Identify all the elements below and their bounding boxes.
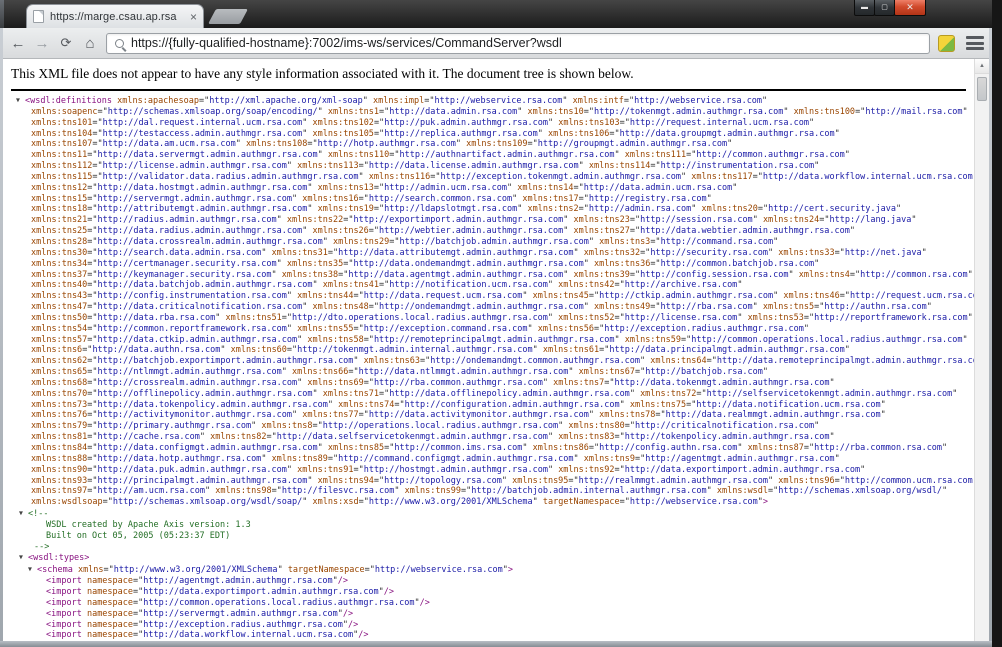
collapse-arrow-icon[interactable]: ▼ <box>19 508 28 519</box>
xml-line: xmlns:tns54="http://common.reportframewo… <box>3 324 974 335</box>
xml-line: xmlns:tns28="http://data.crossrealm.admi… <box>3 237 974 248</box>
window-frame-left <box>0 28 3 647</box>
address-bar[interactable]: https://{fully-qualified-hostname}:7002/… <box>106 33 930 54</box>
xml-line: ▼<schema xmlns="http://www.w3.org/2001/X… <box>3 564 974 576</box>
back-button[interactable]: ← <box>6 31 30 55</box>
close-button[interactable]: ✕ <box>894 0 926 16</box>
xml-line: xmlns:tns47="http://data.criticalnotific… <box>3 302 974 313</box>
xml-line: xmlns:soapenc="http://schemas.xmlsoap.or… <box>3 107 974 118</box>
xml-line: Built on Oct 05, 2005 (05:23:37 EDT) <box>3 531 974 542</box>
xml-line: ▼<wsdl:types> <box>3 552 974 564</box>
xml-line: <import namespace="http://data.workflow.… <box>3 630 974 641</box>
url-text[interactable]: https://{fully-qualified-hostname}:7002/… <box>131 36 562 50</box>
page-favicon-icon <box>33 10 44 23</box>
xml-line: xmlns:tns6="http://data.authn.rsa.com" x… <box>3 345 974 356</box>
window-frame-right <box>989 28 992 647</box>
menu-button[interactable] <box>964 34 986 52</box>
minimize-button[interactable]: ▬ <box>854 0 875 16</box>
xml-line: xmlns:tns97="http://am.ucm.rsa.com" xmln… <box>3 486 974 497</box>
xml-style-notice: This XML file does not appear to have an… <box>3 59 974 82</box>
xml-line: xmlns:tns25="http://data.radius.admin.au… <box>3 226 974 237</box>
search-icon <box>115 39 124 48</box>
scrollbar-thumb[interactable] <box>977 77 987 101</box>
window-titlebar[interactable]: https://marge.csau.ap.rsa × ▬ ▢ ✕ <box>0 0 992 28</box>
xml-line: xmlns:tns12="http://data.hostmgt.admin.a… <box>3 183 974 194</box>
xml-line: xmlns:tns11="http://data.servermgt.admin… <box>3 150 974 161</box>
xml-line: --> <box>3 542 974 553</box>
xml-line: xmlns:tns15="http://servermgt.admin.auth… <box>3 194 974 205</box>
xml-line: xmlns:tns76="http://activitymonitor.auth… <box>3 410 974 421</box>
xml-line: xmlns:tns93="http://principalmgt.admin.a… <box>3 476 974 487</box>
tab-title: https://marge.csau.ap.rsa <box>50 11 186 23</box>
page-action-icon[interactable] <box>938 35 955 52</box>
xml-tree: ▼<wsdl:definitions xmlns:apachesoap="htt… <box>3 95 974 641</box>
window-controls: ▬ ▢ ✕ <box>855 0 926 16</box>
xml-line: xmlns:tns34="http://certmanager.security… <box>3 259 974 270</box>
xml-line: <import namespace="http://common.operati… <box>3 598 974 609</box>
xml-line: <import namespace="http://servermgt.admi… <box>3 609 974 620</box>
browser-tab[interactable]: https://marge.csau.ap.rsa × <box>26 4 204 28</box>
xml-line: xmlns:tns40="http://data.batchjob.admin.… <box>3 280 974 291</box>
xml-line: xmlns:tns21="http://radius.admin.authmgr… <box>3 215 974 226</box>
xml-line: xmlns:tns112="http://license.admin.authm… <box>3 161 974 172</box>
xml-line: xmlns:tns62="http://batchjob.exportimpor… <box>3 356 974 367</box>
collapse-arrow-icon[interactable]: ▼ <box>28 564 37 575</box>
xml-line: ▼<!-- <box>3 508 974 520</box>
xml-line: xmlns:tns107="http://data.am.ucm.rsa.com… <box>3 139 974 150</box>
divider <box>11 89 966 91</box>
xml-line: xmlns:tns30="http://search.data.admin.rs… <box>3 248 974 259</box>
xml-line: xmlns:tns50="http://data.rba.rsa.com" xm… <box>3 313 974 324</box>
xml-line: xmlns:tns115="http://validator.data.radi… <box>3 172 974 183</box>
scroll-up-icon[interactable]: ▲ <box>975 59 989 74</box>
maximize-button[interactable]: ▢ <box>874 0 895 16</box>
collapse-arrow-icon[interactable]: ▼ <box>19 552 28 563</box>
window-frame-bottom <box>0 641 992 647</box>
forward-button[interactable]: → <box>30 31 54 55</box>
page-content: This XML file does not appear to have an… <box>3 59 974 641</box>
xml-line: <import namespace="http://data.exportimp… <box>3 587 974 598</box>
xml-line: xmlns:tns37="http://keymanager.security.… <box>3 270 974 281</box>
collapse-arrow-icon[interactable]: ▼ <box>16 95 25 106</box>
xml-line: WSDL created by Apache Axis version: 1.3 <box>3 520 974 531</box>
xml-line: xmlns:tns81="http://cache.rsa.com" xmlns… <box>3 432 974 443</box>
xml-line: xmlns:tns73="http://data.tokenpolicy.adm… <box>3 400 974 411</box>
xml-line: xmlns:tns70="http://offlinepolicy.admin.… <box>3 389 974 400</box>
xml-line: xmlns:tns104="http://testaccess.admin.au… <box>3 129 974 140</box>
browser-toolbar: ← → ⟳ ⌂ https://{fully-qualified-hostnam… <box>0 28 992 59</box>
home-button[interactable]: ⌂ <box>78 31 102 55</box>
xml-line: xmlns:wsdlsoap="http://schemas.xmlsoap.o… <box>3 497 974 508</box>
xml-line: <import namespace="http://exception.radi… <box>3 620 974 631</box>
reload-button[interactable]: ⟳ <box>54 31 78 55</box>
xml-line: xmlns:tns90="http://data.puk.admin.authm… <box>3 465 974 476</box>
xml-line: xmlns:tns88="http://data.hotp.authmgr.rs… <box>3 454 974 465</box>
tab-close-icon[interactable]: × <box>190 11 197 23</box>
xml-line: xmlns:tns57="http://data.ctkip.admin.aut… <box>3 335 974 346</box>
xml-line: <import namespace="http://agentmgt.admin… <box>3 576 974 587</box>
xml-line: xmlns:tns84="http://data.configmgt.admin… <box>3 443 974 454</box>
xml-line: xmlns:tns79="http://primary.authmgr.rsa.… <box>3 421 974 432</box>
xml-line: xmlns:tns68="http://crossrealm.admin.aut… <box>3 378 974 389</box>
xml-line: xmlns:tns43="http://config.instrumentati… <box>3 291 974 302</box>
new-tab-button[interactable] <box>208 9 248 24</box>
xml-line: ▼<wsdl:definitions xmlns:apachesoap="htt… <box>3 95 974 107</box>
xml-line: xmlns:tns65="http://ntlmmgt.admin.authmg… <box>3 367 974 378</box>
browser-window: https://marge.csau.ap.rsa × ▬ ▢ ✕ ← → ⟳ … <box>0 0 992 647</box>
xml-line: xmlns:tns18="http://attributemgt.admin.a… <box>3 204 974 215</box>
xml-line: xmlns:tns101="http://dal.request.interna… <box>3 118 974 129</box>
vertical-scrollbar[interactable]: ▲ <box>974 59 989 641</box>
